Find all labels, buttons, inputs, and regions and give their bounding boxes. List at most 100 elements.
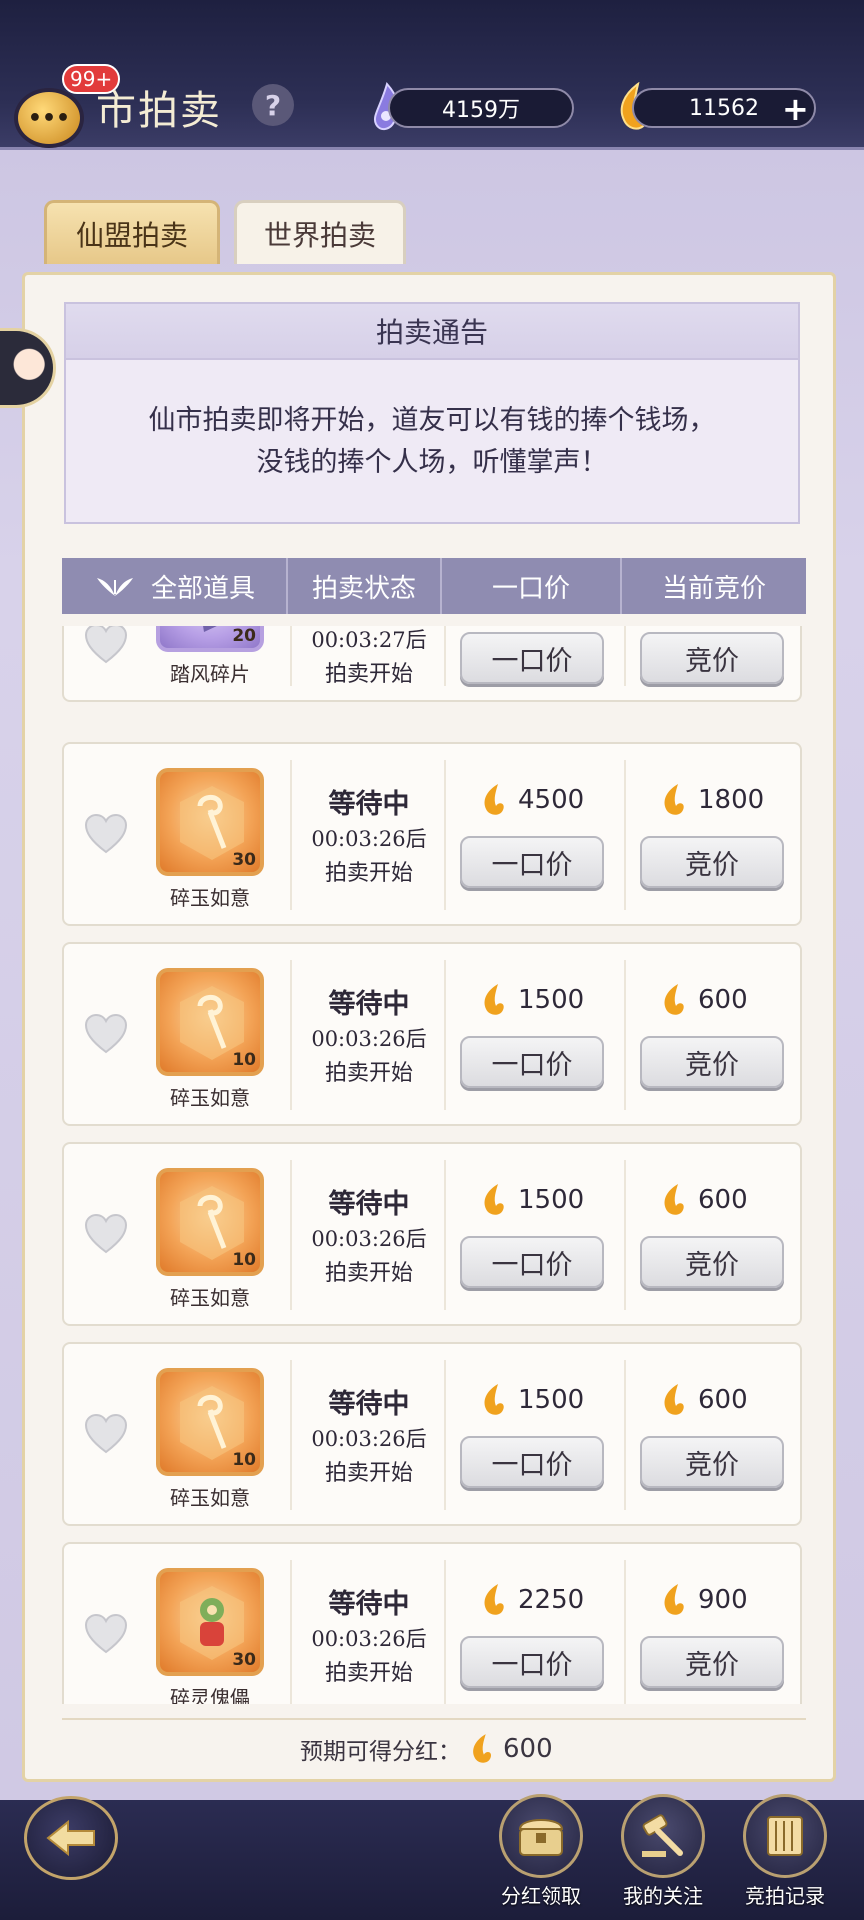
item-count: 30 — [232, 850, 256, 870]
item-icon[interactable]: 10 — [156, 1168, 264, 1276]
buyout-price: 1500 — [480, 1382, 584, 1418]
bid-button[interactable]: 竞价 — [640, 632, 784, 684]
chat-button[interactable]: ••• — [14, 88, 84, 148]
countdown: 00:03:26后 — [311, 827, 427, 851]
question-icon[interactable]: ? — [252, 84, 294, 126]
buyout-value: 1500 — [518, 985, 585, 1015]
auction-row: 30 碎玉如意 等待中 00:03:26后 拍卖开始 4500 1800 一口价… — [62, 742, 802, 926]
notice-title: 拍卖通告 — [66, 304, 798, 360]
item-icon[interactable]: 20 — [156, 626, 264, 652]
start-label: 拍卖开始 — [324, 1261, 413, 1286]
dividend-claim-button[interactable]: 分红领取 — [486, 1794, 596, 1909]
buyout-value: 4500 — [518, 785, 585, 815]
countdown: 00:03:26后 — [311, 1627, 427, 1651]
gold-currency-icon — [664, 984, 684, 1015]
gavel-icon — [642, 1814, 683, 1857]
dividend-claim-label: 分红领取 — [501, 1884, 581, 1908]
item-count: 20 — [232, 626, 256, 646]
status-label: 等待中 — [328, 1389, 410, 1420]
item-name: 碎玉如意 — [170, 1086, 250, 1110]
bid-button[interactable]: 竞价 — [640, 836, 784, 888]
my-watch-button[interactable]: 我的关注 — [608, 1794, 718, 1909]
start-label: 拍卖开始 — [324, 1661, 413, 1686]
auction-list[interactable]: 20 踏风碎片 00:03:27后 拍卖开始 一口价 竞价 30 碎玉如意 等待… — [62, 626, 806, 1704]
dividend-label: 预期可得分红： — [300, 1739, 461, 1765]
my-watch-label: 我的关注 — [623, 1884, 703, 1908]
notice-body: 仙市拍卖即将开始，道友可以有钱的捧个钱场， 没钱的捧个人场，听懂掌声！ — [66, 360, 798, 484]
heart-icon[interactable] — [84, 626, 128, 664]
item-icon[interactable]: 30 — [156, 768, 264, 876]
gold-currency-icon — [664, 1584, 684, 1615]
auction-status: 00:03:27后 拍卖开始 — [292, 626, 446, 688]
dividend-value: 600 — [503, 1734, 553, 1764]
bid-button[interactable]: 竞价 — [640, 1636, 784, 1688]
countdown: 00:03:26后 — [311, 1227, 427, 1251]
bid-record-button[interactable]: 竞拍记录 — [730, 1794, 840, 1909]
filter-all-items[interactable]: 全部道具 — [62, 558, 288, 614]
header-buyout: 一口价 — [442, 558, 622, 614]
status-label: 等待中 — [328, 789, 410, 820]
item-icon[interactable]: 10 — [156, 968, 264, 1076]
item-name: 碎玉如意 — [170, 1286, 250, 1310]
gold-currency-icon — [664, 1184, 684, 1215]
auction-row: 10 碎玉如意 等待中 00:03:26后 拍卖开始 1500 600 一口价 … — [62, 1142, 802, 1326]
heart-icon[interactable] — [84, 1013, 128, 1054]
heart-icon[interactable] — [84, 1213, 128, 1254]
heart-icon[interactable] — [84, 1413, 128, 1454]
auction-row: 10 碎玉如意 等待中 00:03:26后 拍卖开始 1500 600 一口价 … — [62, 1342, 802, 1526]
bid-value: 1800 — [698, 785, 765, 815]
bid-value: 600 — [698, 985, 748, 1015]
heart-icon[interactable] — [84, 813, 128, 854]
bid-price: 600 — [660, 982, 748, 1018]
gold-currency-icon — [484, 784, 504, 815]
expected-dividend: 预期可得分红： 600 — [300, 1732, 553, 1766]
buyout-button[interactable]: 一口价 — [460, 1436, 604, 1488]
countdown: 00:03:26后 — [311, 1027, 427, 1051]
auction-status: 等待中 00:03:26后 拍卖开始 — [292, 1382, 446, 1487]
gold-currency-icon — [473, 1734, 492, 1763]
buyout-button[interactable]: 一口价 — [460, 632, 604, 684]
item-name: 踏风碎片 — [170, 662, 250, 686]
item-icon[interactable]: 30 — [156, 1568, 264, 1676]
item-name: 碎玉如意 — [170, 886, 250, 910]
buyout-button[interactable]: 一口价 — [460, 1636, 604, 1688]
item-icon[interactable]: 10 — [156, 1368, 264, 1476]
gold-currency-icon — [484, 1584, 504, 1615]
bid-button[interactable]: 竞价 — [640, 1236, 784, 1288]
auction-status: 等待中 00:03:26后 拍卖开始 — [292, 1582, 446, 1687]
buyout-button[interactable]: 一口价 — [460, 1236, 604, 1288]
back-button[interactable] — [24, 1796, 118, 1880]
buyout-button[interactable]: 一口价 — [460, 836, 604, 888]
status-label: 等待中 — [328, 1589, 410, 1620]
add-currency-icon[interactable]: + — [782, 90, 809, 128]
gold-currency-icon — [484, 984, 504, 1015]
buyout-button[interactable]: 一口价 — [460, 1036, 604, 1088]
item-name: 碎玉如意 — [170, 1486, 250, 1510]
tab-guild-auction[interactable]: 仙盟拍卖 — [44, 200, 220, 264]
start-label: 拍卖开始 — [324, 1461, 413, 1486]
footer-divider — [62, 1718, 806, 1720]
item-name: 碎灵傀儡 — [170, 1686, 250, 1704]
bid-button[interactable]: 竞价 — [640, 1436, 784, 1488]
start-label: 拍卖开始 — [324, 1061, 413, 1086]
bid-record-label: 竞拍记录 — [745, 1884, 825, 1908]
item-count: 10 — [232, 1250, 256, 1270]
bid-price: 1800 — [660, 782, 764, 818]
auction-notice: 拍卖通告 仙市拍卖即将开始，道友可以有钱的捧个钱场， 没钱的捧个人场，听懂掌声！ — [64, 302, 800, 524]
buyout-price: 1500 — [480, 982, 584, 1018]
auction-status: 等待中 00:03:26后 拍卖开始 — [292, 982, 446, 1087]
table-header: 全部道具 拍卖状态 一口价 当前竞价 — [62, 558, 806, 614]
bid-price: 900 — [660, 1582, 748, 1618]
buyout-value: 1500 — [518, 1185, 585, 1215]
buyout-price: 2250 — [480, 1582, 584, 1618]
heart-icon[interactable] — [84, 1613, 128, 1654]
bid-button[interactable]: 竞价 — [640, 1036, 784, 1088]
gold-currency-icon — [484, 1184, 504, 1215]
countdown: 00:03:27后 — [311, 628, 427, 652]
header-status: 拍卖状态 — [288, 558, 442, 614]
lotus-filter-icon — [96, 578, 133, 596]
start-label: 拍卖开始 — [324, 662, 413, 687]
tab-world-auction[interactable]: 世界拍卖 — [234, 200, 406, 264]
gold-currency-icon — [484, 1384, 504, 1415]
bid-price: 600 — [660, 1382, 748, 1418]
